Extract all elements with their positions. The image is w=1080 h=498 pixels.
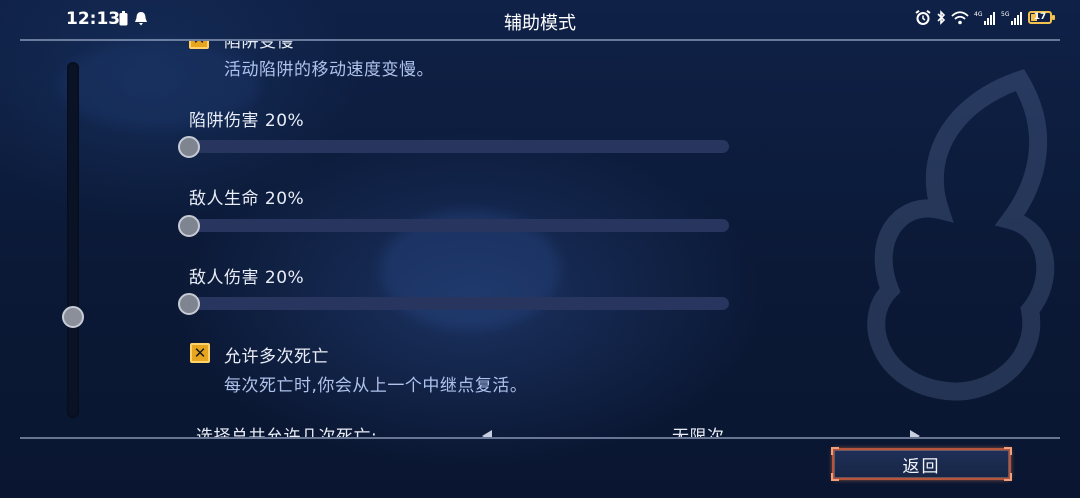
trap-damage-slider[interactable] (189, 140, 729, 153)
button-corner (1004, 473, 1012, 481)
status-bar: 12:13 辅助模式 4G 5G 17 (0, 0, 1080, 40)
svg-text:5G: 5G (1001, 11, 1010, 18)
arrow-right-icon[interactable] (909, 429, 921, 437)
enemy-damage-label: 敌人伤害 20% (189, 263, 304, 288)
enemy-damage-slider[interactable] (189, 297, 729, 310)
back-button[interactable]: 返回 (831, 447, 1012, 481)
checkbox-x-icon: ✕ (193, 41, 206, 47)
death-count-value: 无限次 (672, 427, 725, 437)
status-right-icons: 4G 5G 17 (915, 10, 1055, 25)
enemy-damage-title: 敌人伤害 (189, 268, 259, 288)
enemy-health-slider-handle[interactable] (178, 215, 200, 237)
signal-icon: 5G (1001, 11, 1022, 25)
signal-icon: 4G (974, 11, 995, 25)
arrow-left-icon[interactable] (481, 429, 493, 437)
wifi-icon (951, 10, 969, 24)
enemy-health-title: 敌人生命 (189, 189, 259, 209)
bluetooth-icon (937, 10, 946, 25)
enemy-damage-value: 20% (264, 268, 305, 288)
multiple-deaths-label: 允许多次死亡 (224, 347, 329, 367)
game-settings-screen: 12:13 辅助模式 4G 5G 17 陷阱变慢 活动陷阱的移动速度变慢。 陷阱… (0, 0, 1080, 498)
trap-slow-checkbox[interactable]: ✕ (189, 41, 209, 49)
checkbox-x-icon: ✕ (193, 343, 207, 362)
enemy-health-value: 20% (264, 189, 305, 209)
trap-damage-label: 陷阱伤害 20% (189, 106, 304, 131)
back-button-label: 返回 (902, 456, 941, 477)
button-corner (1004, 447, 1012, 455)
alarm-icon (915, 10, 931, 25)
settings-list: ✕ 陷阱变慢 活动陷阱的移动速度变慢。 陷阱伤害 20% 敌人生命 20% 敌人… (0, 41, 1080, 437)
multiple-deaths-description: 每次死亡时,你会从上一个中继点复活。 (224, 376, 528, 396)
multiple-deaths-checkbox[interactable]: ✕ (190, 343, 210, 363)
trap-damage-value: 20% (264, 111, 305, 131)
battery-icon: 17 (1028, 11, 1055, 24)
enemy-health-slider[interactable] (189, 219, 729, 232)
svg-text:4G: 4G (974, 11, 983, 18)
trap-slow-label: 陷阱变慢 (224, 41, 294, 52)
death-count-label: 选择总共允许几次死亡: (196, 427, 378, 437)
trap-slow-description: 活动陷阱的移动速度变慢。 (224, 60, 434, 80)
button-corner (831, 473, 839, 481)
trap-damage-slider-handle[interactable] (178, 136, 200, 158)
bottom-divider (20, 437, 1060, 439)
trap-damage-title: 陷阱伤害 (189, 111, 259, 131)
button-corner (831, 447, 839, 455)
enemy-health-label: 敌人生命 20% (189, 184, 304, 209)
battery-level: 17 (1033, 12, 1047, 22)
enemy-damage-slider-handle[interactable] (178, 293, 200, 315)
